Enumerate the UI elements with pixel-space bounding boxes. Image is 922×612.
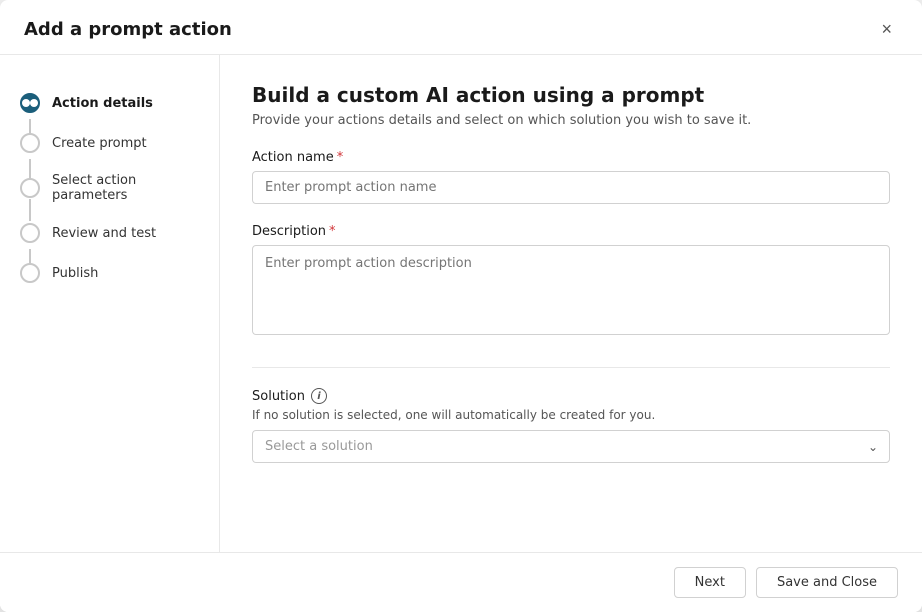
sidebar-item-create-prompt[interactable]: Create prompt: [0, 123, 219, 163]
dialog-title: Add a prompt action: [24, 19, 232, 40]
step-circle-4: [20, 223, 40, 243]
action-name-required-star: *: [337, 150, 344, 165]
main-content: Build a custom AI action using a prompt …: [220, 55, 922, 552]
solution-hint: If no solution is selected, one will aut…: [252, 408, 890, 422]
sidebar-item-select-action-parameters[interactable]: Select action parameters: [0, 163, 219, 213]
sidebar-item-action-details[interactable]: Action details: [0, 83, 219, 123]
dialog-header: Add a prompt action ×: [0, 0, 922, 55]
add-prompt-action-dialog: Add a prompt action × Action details Cre…: [0, 0, 922, 612]
description-input[interactable]: [252, 245, 890, 335]
section-divider: [252, 367, 890, 368]
solution-select[interactable]: Select a solution: [252, 430, 890, 463]
action-name-input[interactable]: [252, 171, 890, 204]
next-button[interactable]: Next: [674, 567, 746, 598]
sidebar-item-review-and-test[interactable]: Review and test: [0, 213, 219, 253]
description-label: Description *: [252, 224, 890, 239]
solution-info-icon: i: [311, 388, 327, 404]
description-required-star: *: [329, 224, 336, 239]
sidebar-item-publish[interactable]: Publish: [0, 253, 219, 293]
close-button[interactable]: ×: [875, 18, 898, 40]
step-circle-2: [20, 133, 40, 153]
step-label-create-prompt: Create prompt: [52, 136, 147, 151]
solution-field-group: Solution i If no solution is selected, o…: [252, 388, 890, 463]
solution-label: Solution: [252, 389, 305, 404]
step-circle-5: [20, 263, 40, 283]
save-and-close-button[interactable]: Save and Close: [756, 567, 898, 598]
solution-label-row: Solution i: [252, 388, 890, 404]
step-label-action-details: Action details: [52, 96, 153, 111]
content-subtitle: Provide your actions details and select …: [252, 113, 890, 128]
step-label-review-and-test: Review and test: [52, 226, 156, 241]
step-label-select-action-parameters: Select action parameters: [52, 173, 199, 203]
content-title: Build a custom AI action using a prompt: [252, 83, 890, 107]
dialog-footer: Next Save and Close: [0, 552, 922, 612]
action-name-label: Action name *: [252, 150, 890, 165]
solution-select-wrapper: Select a solution ⌄: [252, 430, 890, 463]
description-field-group: Description *: [252, 224, 890, 339]
steps-sidebar: Action details Create prompt Select acti…: [0, 55, 220, 552]
step-label-publish: Publish: [52, 266, 98, 281]
step-circle-1: [20, 93, 40, 113]
dialog-body: Action details Create prompt Select acti…: [0, 55, 922, 552]
action-name-field-group: Action name *: [252, 150, 890, 204]
step-circle-3: [20, 178, 40, 198]
